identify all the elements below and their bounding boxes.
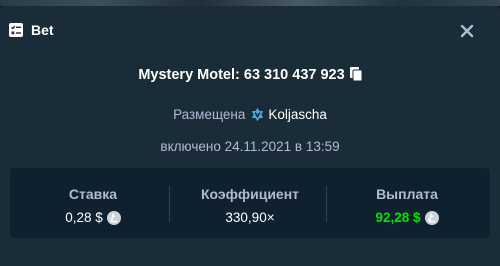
game-title: Mystery Motel: 63 310 437 923	[0, 66, 500, 84]
bet-label: Ставка	[68, 186, 118, 202]
modal-header: Bet	[0, 6, 500, 46]
stat-bet: Ставка 0,28 $	[17, 168, 169, 238]
bet-value-row: 0,28 $	[17, 210, 169, 226]
close-icon[interactable]	[459, 23, 475, 39]
vip-badge-icon	[252, 107, 264, 122]
litecoin-icon	[424, 211, 439, 225]
bet-slip-icon	[9, 23, 23, 37]
stat-divider	[169, 186, 170, 222]
payout-label: Выплата	[376, 186, 438, 202]
bet-date: включено 24.11.2021 в 13:59	[160, 139, 340, 154]
bet-modal: Bet Mystery Motel: 63 310 437 923 Размещ…	[0, 6, 500, 266]
stat-payout: Выплата 92,28 $	[331, 168, 483, 238]
stat-divider	[326, 186, 327, 222]
bet-amount: 0,28 $	[65, 210, 103, 225]
multiplier-value: 330,90×	[225, 210, 275, 225]
payout-value-row: 92,28 $	[331, 210, 483, 226]
modal-title: Bet	[31, 22, 54, 38]
bet-stats: Ставка 0,28 $ Коэффициент 330,90× Выплат…	[10, 168, 490, 238]
payout-amount: 92,28 $	[375, 210, 421, 225]
copy-icon[interactable]	[349, 67, 362, 81]
placed-by: Размещена Koljascha	[0, 107, 500, 123]
placed-label: Размещена	[173, 107, 246, 122]
litecoin-icon	[106, 211, 121, 225]
multiplier-label: Коэффициент	[200, 186, 300, 202]
username-link[interactable]: Koljascha	[268, 107, 327, 122]
stat-multiplier: Коэффициент 330,90×	[174, 168, 326, 238]
game-name-and-id: Mystery Motel: 63 310 437 923	[138, 67, 345, 83]
